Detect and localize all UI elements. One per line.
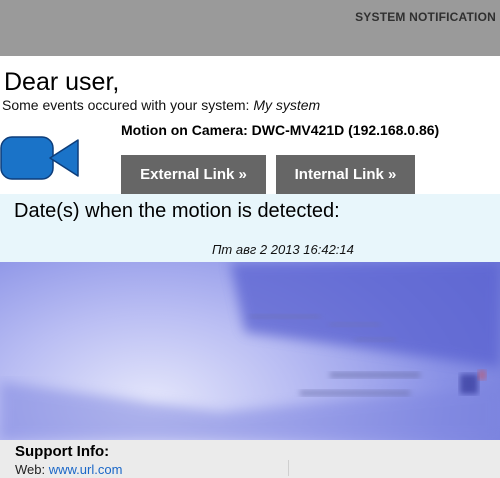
header-title: SYSTEM NOTIFICATION: [355, 10, 496, 24]
system-name: My system: [253, 97, 321, 113]
detection-date: Пт авг 2 2013 16:42:14: [212, 242, 354, 257]
support-web-line: Web: www.url.com: [15, 462, 122, 477]
events-text: Some events occured with your system:: [2, 97, 250, 113]
snapshot-image: [0, 262, 500, 440]
support-divider: [288, 460, 289, 476]
external-link-button[interactable]: External Link »: [121, 155, 266, 194]
support-info-section: Support Info: Web: www.url.com: [0, 440, 500, 478]
motion-camera-text: Motion on Camera: DWC-MV421D (192.168.0.…: [121, 122, 440, 138]
events-line: Some events occured with your system: My…: [2, 97, 320, 113]
internal-link-button[interactable]: Internal Link »: [276, 155, 415, 194]
dates-title: Date(s) when the motion is detected:: [14, 200, 340, 222]
notification-header: SYSTEM NOTIFICATION: [0, 0, 500, 56]
support-title: Support Info:: [15, 443, 110, 460]
video-camera-icon: [0, 136, 79, 180]
camera-snapshot: [0, 262, 500, 440]
web-label: Web:: [15, 462, 46, 477]
dates-panel: Date(s) when the motion is detected: Пт …: [0, 194, 500, 262]
greeting: Dear user,: [4, 68, 120, 96]
support-web-link[interactable]: www.url.com: [49, 462, 123, 477]
